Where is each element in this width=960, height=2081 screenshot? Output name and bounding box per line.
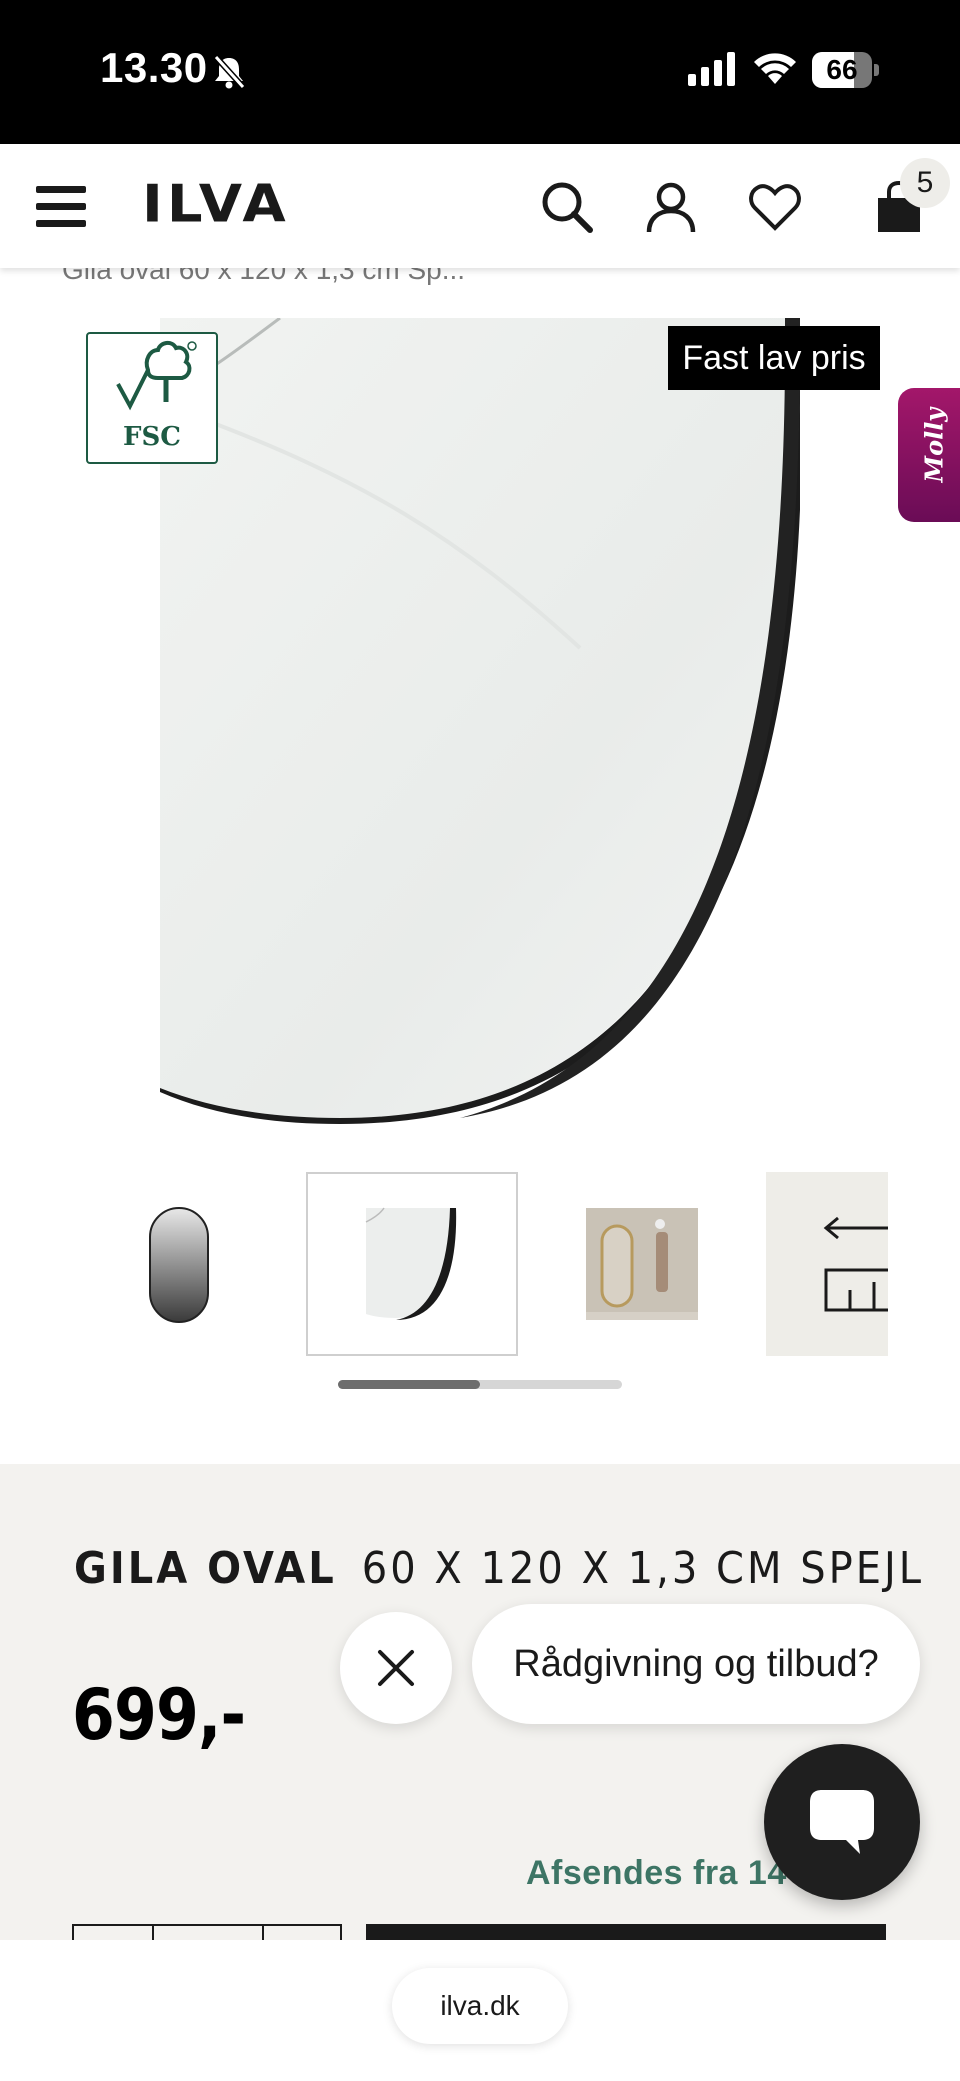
molly-label: Molly: [919, 407, 949, 483]
chat-prompt-bubble[interactable]: Rådgivning og tilbud?: [472, 1604, 920, 1724]
cart-count-badge: 5: [900, 158, 950, 208]
thumbnail-2-active[interactable]: [306, 1172, 518, 1356]
site-logo[interactable]: ILVA: [142, 175, 290, 235]
chat-launcher-button[interactable]: [764, 1744, 920, 1900]
cellular-signal-icon: [688, 52, 735, 86]
browser-bottom-bar: ilva.dk: [0, 1940, 960, 2081]
thumbnail-strip[interactable]: [118, 1172, 888, 1356]
account-icon[interactable]: [644, 180, 698, 234]
fsc-label: FSC: [123, 422, 181, 452]
molly-assistant-tab[interactable]: Molly: [898, 388, 960, 522]
product-price: 699,-: [72, 1674, 246, 1756]
wifi-icon: [754, 53, 796, 84]
thumbnail-scrollbar-thumb[interactable]: [338, 1380, 480, 1389]
heart-icon[interactable]: [748, 180, 802, 234]
thumbnail-1[interactable]: [118, 1172, 330, 1356]
fsc-tree-icon: [116, 341, 197, 411]
status-time: 13.30: [100, 44, 208, 91]
chat-close-button[interactable]: [340, 1612, 452, 1724]
site-header: ILVA: [0, 144, 960, 268]
thumbnail-4-dimensions[interactable]: [766, 1172, 888, 1356]
close-icon: [378, 1650, 414, 1686]
page-root: 13.30 66 ILVA 5 Gila oval 60 x 120 x 1,3…: [0, 0, 960, 2081]
thumbnail-scrollbar[interactable]: [338, 1380, 622, 1389]
search-icon[interactable]: [540, 180, 594, 234]
product-image[interactable]: [160, 318, 800, 1124]
bell-muted-icon: [213, 54, 246, 90]
fsc-certification-logo: FSC: [86, 332, 218, 464]
product-brand: GILA OVAL: [74, 1544, 337, 1594]
battery-icon: 66: [812, 52, 879, 88]
chat-icon: [810, 1790, 874, 1854]
battery-level: 66: [826, 54, 858, 85]
url-bar[interactable]: ilva.dk: [392, 1968, 568, 2044]
status-bar: 13.30 66: [0, 0, 960, 144]
thumbnail-3[interactable]: [518, 1172, 730, 1356]
product-title: GILA OVAL 60 X 120 X 1,3 CM SPEJL: [74, 1544, 924, 1594]
menu-icon[interactable]: [36, 186, 86, 228]
price-badge: Fast lav pris: [668, 326, 880, 390]
product-title-rest: 60 X 120 X 1,3 CM SPEJL: [361, 1544, 925, 1594]
